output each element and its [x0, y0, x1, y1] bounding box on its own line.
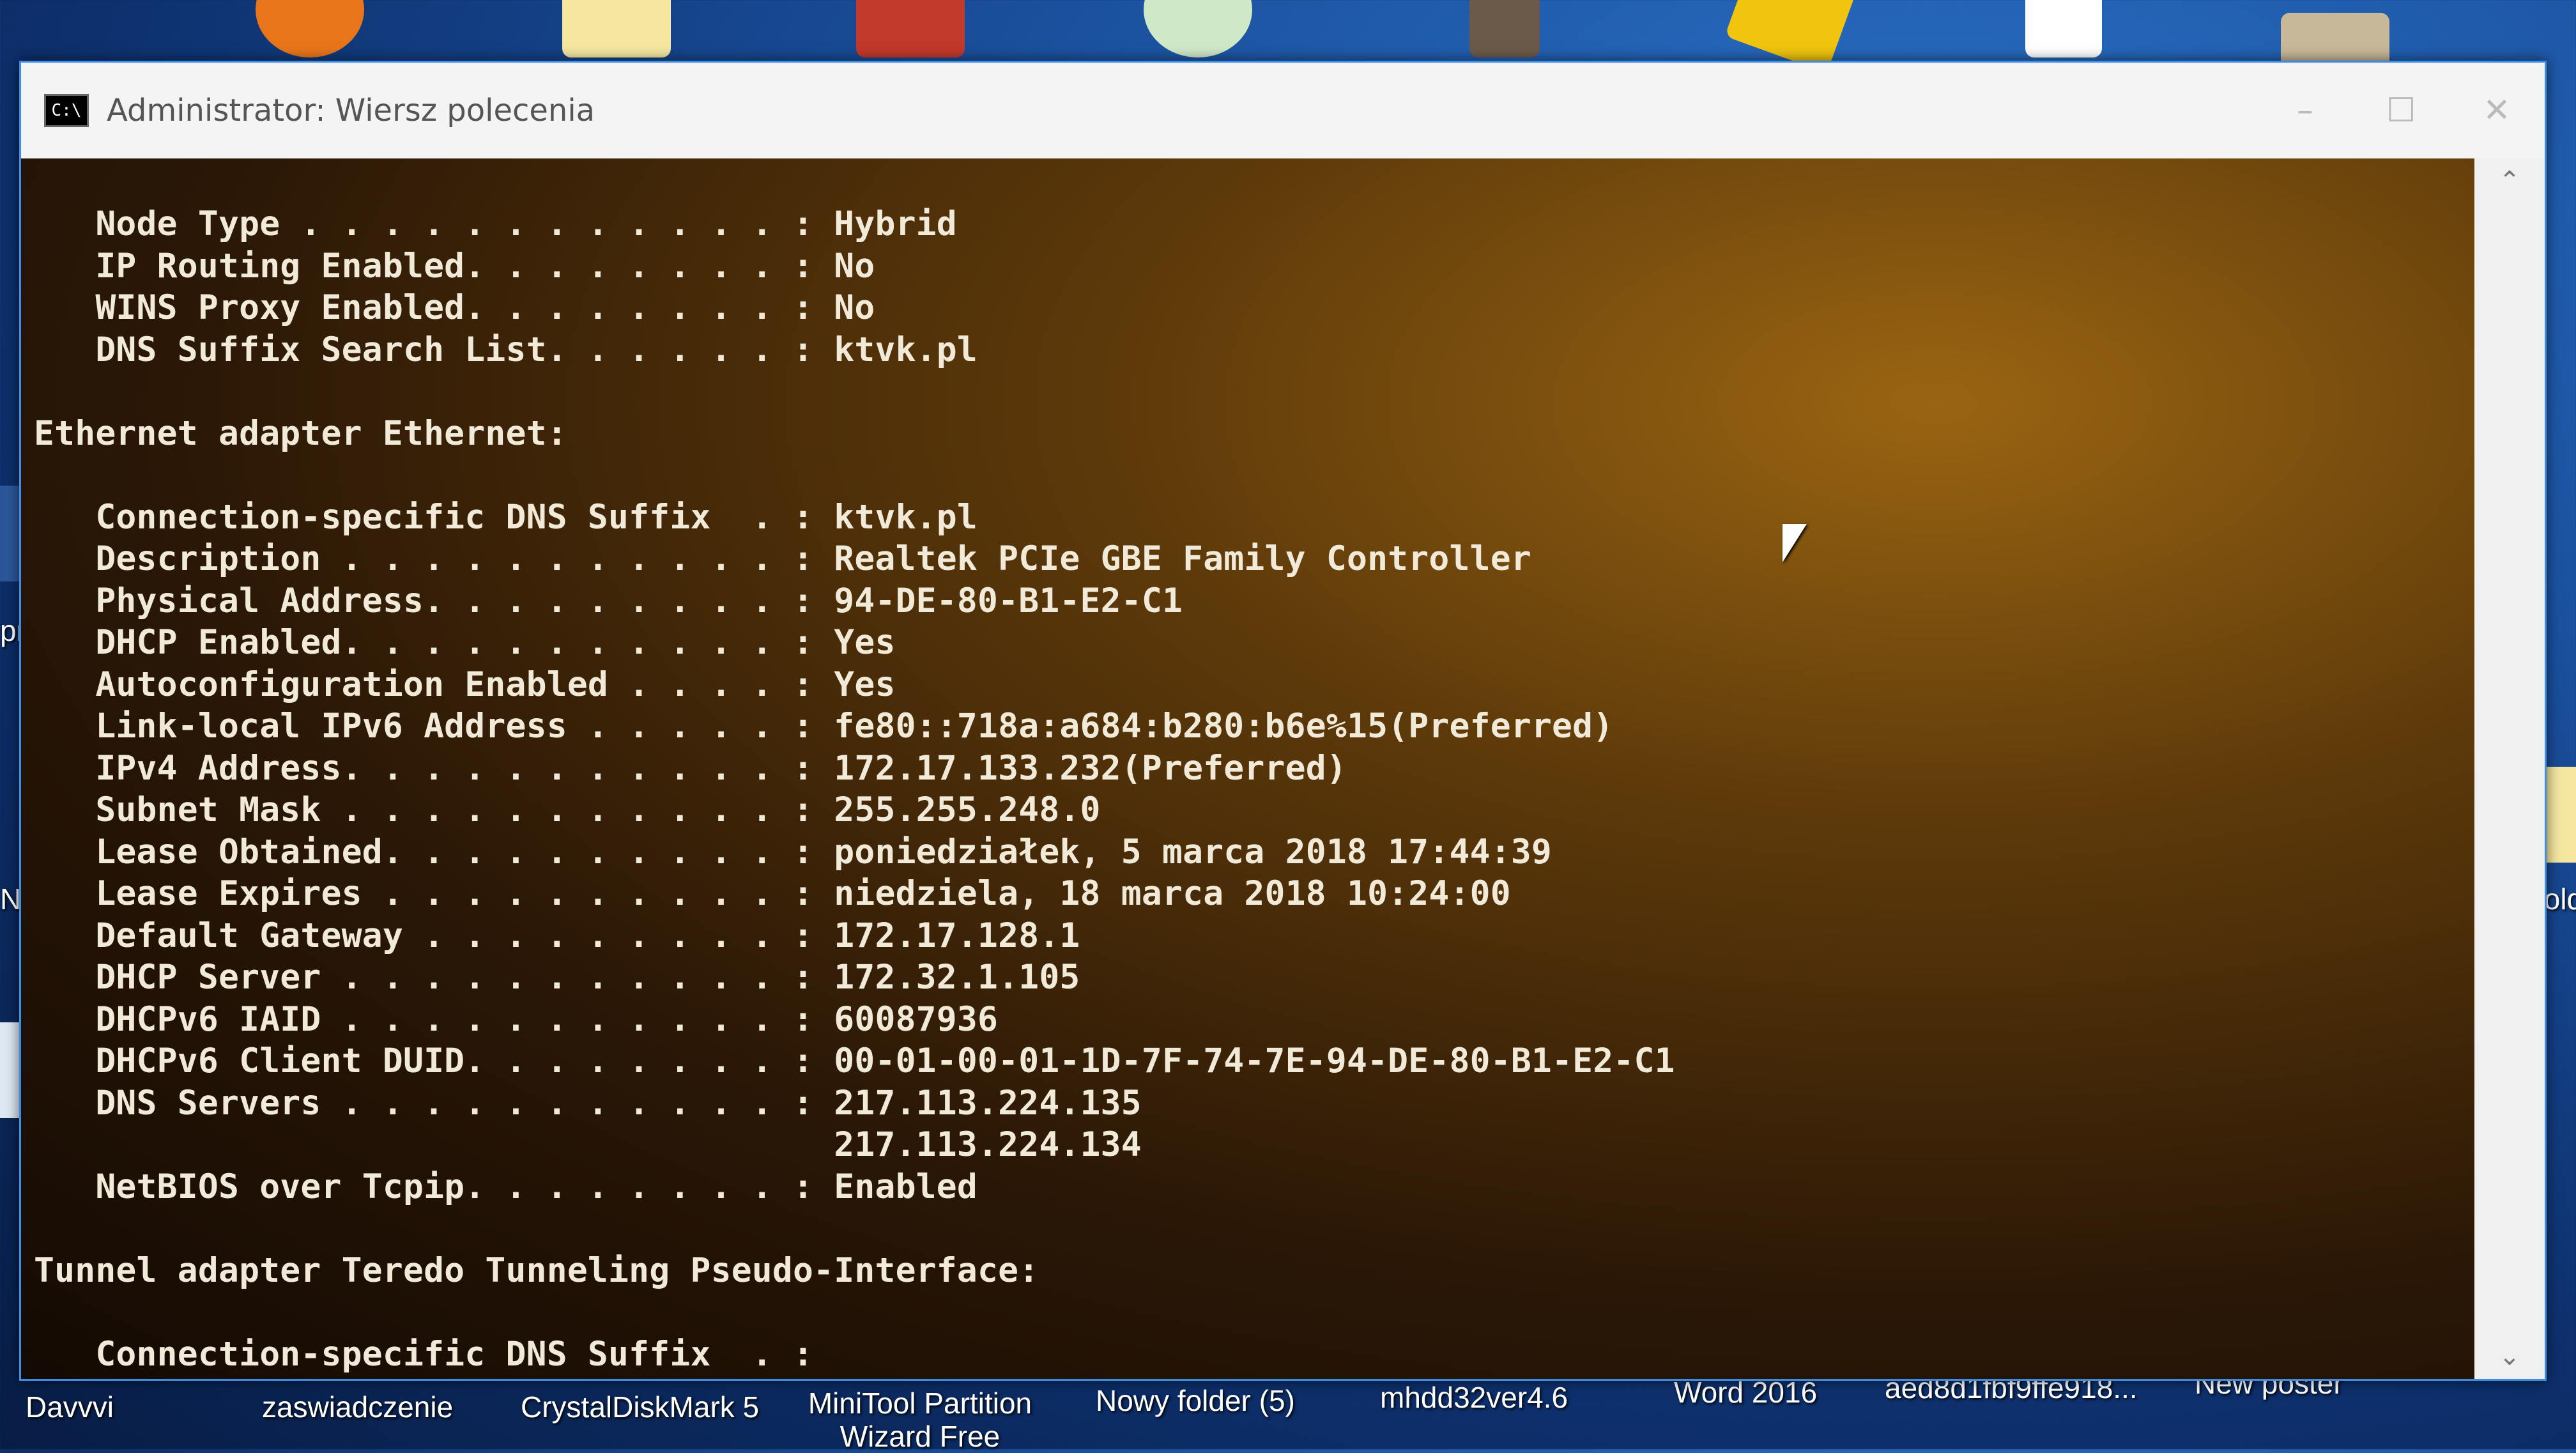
mouse-cursor-icon [1782, 524, 1807, 562]
console-line: 217.113.224.134 [834, 1125, 1142, 1164]
console-line: Physical Address. . . . . . . . . : 94-D… [95, 581, 1183, 620]
console-line: DNS Servers . . . . . . . . . . . : 217.… [95, 1083, 1142, 1123]
close-button[interactable]: ✕ [2449, 75, 2545, 146]
console-line: Ethernet adapter Ethernet: [34, 413, 567, 453]
folder-icon[interactable] [562, 0, 671, 58]
scroll-down-icon[interactable]: ⌄ [2474, 1334, 2545, 1379]
console-output[interactable]: Node Type . . . . . . . . . . . . : Hybr… [21, 158, 2474, 1379]
console-line: Lease Expires . . . . . . . . . . : nied… [95, 874, 1511, 913]
console-line: Default Gateway . . . . . . . . . : 172.… [95, 916, 1080, 955]
firefox-icon[interactable] [256, 0, 364, 58]
console-line: DHCPv6 Client DUID. . . . . . . . : 00-0… [95, 1042, 1675, 1080]
console-line: Lease Obtained. . . . . . . . . . : poni… [95, 832, 1552, 872]
cmd-icon: C:\ [44, 94, 89, 127]
console-line: Link-local IPv6 Address . . . . . : fe80… [95, 707, 1614, 746]
scroll-up-icon[interactable]: ⌃ [2474, 158, 2545, 203]
app-icon[interactable] [856, 0, 965, 58]
console-line: DHCP Server . . . . . . . . . . . : 172.… [95, 958, 1080, 997]
console-text: Node Type . . . . . . . . . . . . : Hybr… [34, 203, 1675, 1379]
desktop-icon-label[interactable]: mhdd32ver4.6 [1380, 1380, 1568, 1415]
console-line: IPv4 Address. . . . . . . . . . . : 172.… [95, 748, 1347, 788]
image-icon[interactable] [1469, 0, 1540, 58]
console-line: Connection-specific DNS Suffix . : ktvk.… [95, 497, 977, 537]
app-icon[interactable] [1144, 0, 1252, 58]
console-line: DNS Suffix Search List. . . . . . : ktvk… [95, 330, 977, 369]
console-line: DHCP Enabled. . . . . . . . . . . : Yes [95, 623, 896, 662]
console-line: Description . . . . . . . . . . . : Tere… [34, 1376, 1511, 1379]
desktop-icon-label[interactable]: zaswiadczenie [262, 1390, 453, 1424]
console-line: Autoconfiguration Enabled . . . . : Yes [95, 665, 896, 704]
desktop-icon-label[interactable]: CrystalDiskMark 5 [521, 1390, 759, 1424]
console-line: Connection-specific DNS Suffix . : [95, 1334, 814, 1374]
console-line: Node Type . . . . . . . . . . . . : Hybr… [95, 204, 957, 243]
title-bar[interactable]: C:\ Administrator: Wiersz polecenia – ☐ … [21, 63, 2545, 158]
console-line: IP Routing Enabled. . . . . . . . : No [95, 246, 875, 286]
minimize-button[interactable]: – [2257, 75, 2353, 146]
console-line: WINS Proxy Enabled. . . . . . . . : No [95, 288, 875, 327]
console-line: NetBIOS over Tcpip. . . . . . . . : Enab… [95, 1167, 977, 1206]
console-line: Subnet Mask . . . . . . . . . . . : 255.… [95, 790, 1101, 829]
command-prompt-window[interactable]: C:\ Administrator: Wiersz polecenia – ☐ … [19, 61, 2547, 1381]
vertical-scrollbar[interactable]: ⌃ ⌄ [2474, 158, 2545, 1379]
console-line: Description . . . . . . . . . . . : Real… [95, 539, 1531, 578]
document-icon[interactable] [2025, 0, 2102, 58]
desktop-icon-label[interactable]: MiniTool Partition Wizard Free [799, 1387, 1041, 1453]
maximize-button[interactable]: ☐ [2353, 75, 2449, 146]
window-title: Administrator: Wiersz polecenia [107, 93, 595, 128]
console-line: DHCPv6 IAID . . . . . . . . . . . : 6008… [95, 999, 999, 1039]
console-line: Tunnel adapter Teredo Tunneling Pseudo-I… [34, 1250, 1039, 1290]
desktop-icon-label[interactable]: Davvvi [26, 1390, 114, 1424]
desktop-icon-label[interactable]: Nowy folder (5) [1096, 1383, 1295, 1418]
